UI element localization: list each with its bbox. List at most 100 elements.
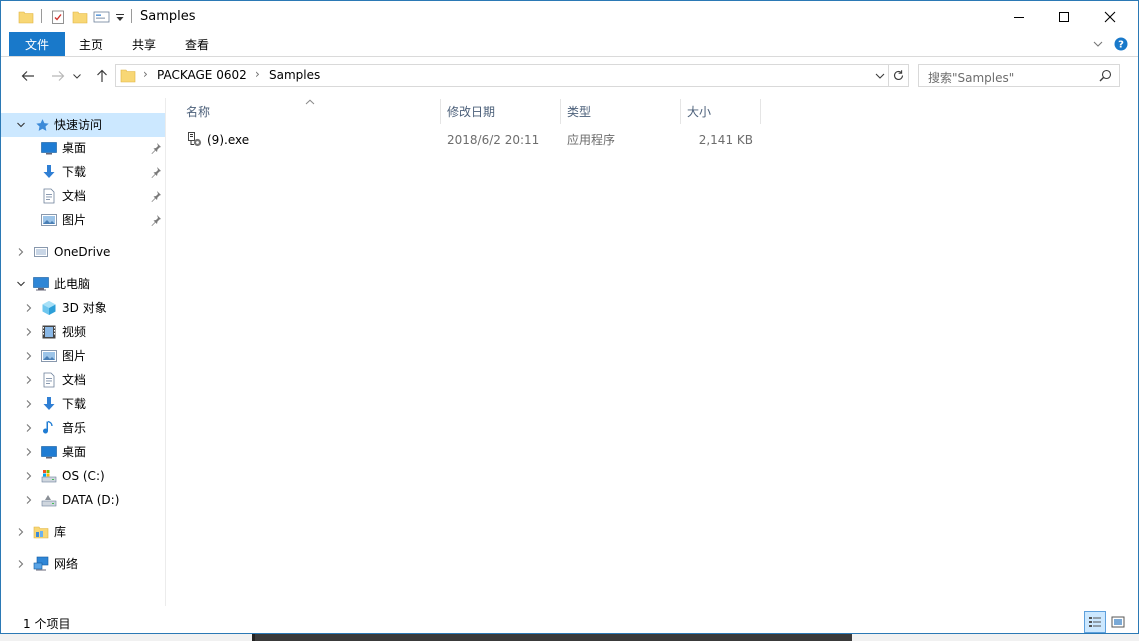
- minimize-icon: [1014, 16, 1024, 18]
- chevron-right-icon[interactable]: [24, 447, 34, 457]
- sidebar-item-label: OneDrive: [54, 245, 111, 259]
- close-button[interactable]: [1087, 1, 1133, 32]
- tab-view[interactable]: 查看: [185, 32, 209, 56]
- sidebar-item-3d-objects[interactable]: 3D 对象: [1, 296, 165, 320]
- tab-home[interactable]: 主页: [79, 32, 103, 56]
- chevron-right-icon[interactable]: [16, 527, 26, 537]
- chevron-down-icon[interactable]: [16, 120, 26, 130]
- breadcrumb-package[interactable]: PACKAGE 0602: [157, 68, 247, 83]
- chevron-right-icon[interactable]: [24, 423, 34, 433]
- column-header-type[interactable]: 类型: [567, 99, 591, 124]
- chevron-right-icon[interactable]: [24, 351, 34, 361]
- sidebar-item-label: 图片: [62, 213, 87, 227]
- help-icon[interactable]: ?: [1114, 37, 1128, 51]
- chevron-right-icon[interactable]: [24, 375, 34, 385]
- search-icon: [1099, 69, 1112, 85]
- sidebar-item-label: 下载: [62, 397, 87, 411]
- properties-icon[interactable]: [50, 8, 66, 26]
- navigation-pane: 快速访问 桌面 下载 文档 图片 OneDrive 此电脑 3D 对象 视频 图…: [1, 98, 166, 606]
- large-icons-view-button[interactable]: [1107, 611, 1129, 633]
- chevron-right-icon[interactable]: [24, 399, 34, 409]
- sidebar-item-label: 网络: [54, 557, 79, 571]
- chevron-right-icon[interactable]: [24, 303, 34, 313]
- customize-toolbar-chevron-icon[interactable]: [115, 8, 125, 26]
- computer-icon: [33, 276, 49, 292]
- arrow-left-icon: [21, 71, 34, 81]
- file-size: 2,141 KB: [698, 133, 753, 147]
- pin-icon[interactable]: [150, 214, 162, 226]
- drive-icon: [41, 492, 57, 508]
- maximize-button[interactable]: [1041, 1, 1087, 32]
- chevron-right-icon[interactable]: [24, 495, 34, 505]
- rename-icon[interactable]: [93, 8, 111, 26]
- chevron-right-icon[interactable]: [16, 559, 26, 569]
- sidebar-item-drive-d[interactable]: DATA (D:): [1, 488, 165, 512]
- picture-icon: [41, 212, 57, 228]
- status-bar: 1 个项目: [1, 613, 1138, 633]
- tab-share[interactable]: 共享: [132, 32, 156, 56]
- column-header-size[interactable]: 大小: [687, 99, 711, 124]
- sidebar-item-quick-pictures[interactable]: 图片: [1, 208, 165, 232]
- arrow-up-icon: [97, 69, 107, 82]
- forward-button[interactable]: [47, 65, 69, 87]
- column-header-modified[interactable]: 修改日期: [447, 99, 495, 124]
- search-input[interactable]: 搜索"Samples": [918, 64, 1120, 87]
- sidebar-item-label: OS (C:): [62, 469, 105, 483]
- file-name: (9).exe: [207, 133, 250, 147]
- sidebar-item-label: 库: [54, 525, 67, 539]
- sidebar-item-documents[interactable]: 文档: [1, 368, 165, 392]
- document-icon: [41, 188, 57, 204]
- item-count: 1 个项目: [23, 617, 71, 631]
- sidebar-item-desktop[interactable]: 桌面: [1, 440, 165, 464]
- minimize-button[interactable]: [996, 1, 1042, 32]
- sidebar-item-label: 图片: [62, 349, 87, 363]
- up-button[interactable]: [91, 65, 113, 87]
- network-icon: [33, 556, 49, 572]
- column-header-name[interactable]: 名称: [186, 99, 210, 124]
- breadcrumb-samples[interactable]: Samples: [269, 68, 320, 83]
- pin-icon[interactable]: [150, 142, 162, 154]
- sidebar-item-videos[interactable]: 视频: [1, 320, 165, 344]
- sidebar-item-label: 下载: [62, 165, 87, 179]
- sidebar-item-library[interactable]: 库: [1, 520, 165, 544]
- sidebar-item-quick-documents[interactable]: 文档: [1, 184, 165, 208]
- chevron-right-icon[interactable]: [24, 327, 34, 337]
- address-bar[interactable]: › PACKAGE 0602 › Samples: [115, 64, 909, 87]
- large-icons-view-icon: [1111, 616, 1125, 628]
- sidebar-item-label: 快速访问: [54, 118, 103, 132]
- desktop-icon: [41, 444, 57, 460]
- star-icon: [34, 117, 50, 133]
- picture-icon: [41, 348, 57, 364]
- sidebar-item-onedrive[interactable]: OneDrive: [1, 240, 165, 264]
- sidebar-item-drive-c[interactable]: OS (C:): [1, 464, 165, 488]
- new-folder-icon[interactable]: [72, 8, 88, 26]
- recent-locations-chevron[interactable]: [70, 65, 84, 87]
- back-button[interactable]: [17, 65, 39, 87]
- pin-icon[interactable]: [150, 166, 162, 178]
- sidebar-item-pictures[interactable]: 图片: [1, 344, 165, 368]
- breadcrumb-separator-icon: ›: [255, 67, 260, 81]
- sidebar-item-network[interactable]: 网络: [1, 552, 165, 576]
- desktop-icon: [41, 140, 57, 156]
- chevron-right-icon[interactable]: [16, 247, 26, 257]
- sidebar-item-music[interactable]: 音乐: [1, 416, 165, 440]
- details-view-button[interactable]: [1084, 611, 1106, 633]
- chevron-right-icon[interactable]: [24, 471, 34, 481]
- tab-file[interactable]: 文件: [9, 32, 65, 56]
- title-bar: Samples: [1, 1, 1138, 32]
- sidebar-item-quick-downloads[interactable]: 下载: [1, 160, 165, 184]
- chevron-down-icon[interactable]: [16, 279, 26, 289]
- address-history-chevron-icon[interactable]: [874, 70, 886, 85]
- video-icon: [41, 324, 57, 340]
- sidebar-item-downloads[interactable]: 下载: [1, 392, 165, 416]
- sidebar-item-quick-desktop[interactable]: 桌面: [1, 136, 165, 160]
- sidebar-item-this-pc[interactable]: 此电脑: [1, 272, 165, 296]
- ribbon-expand-chevron-icon[interactable]: [1092, 38, 1104, 50]
- refresh-icon[interactable]: [892, 69, 905, 85]
- sidebar-item-label: 文档: [62, 373, 87, 387]
- download-icon: [41, 164, 57, 180]
- executable-file-icon: [187, 131, 203, 151]
- sidebar-item-quick-access[interactable]: 快速访问: [1, 113, 165, 137]
- file-row[interactable]: (9).exe 2018/6/2 20:11 应用程序 2,141 KB: [181, 129, 761, 151]
- pin-icon[interactable]: [150, 190, 162, 202]
